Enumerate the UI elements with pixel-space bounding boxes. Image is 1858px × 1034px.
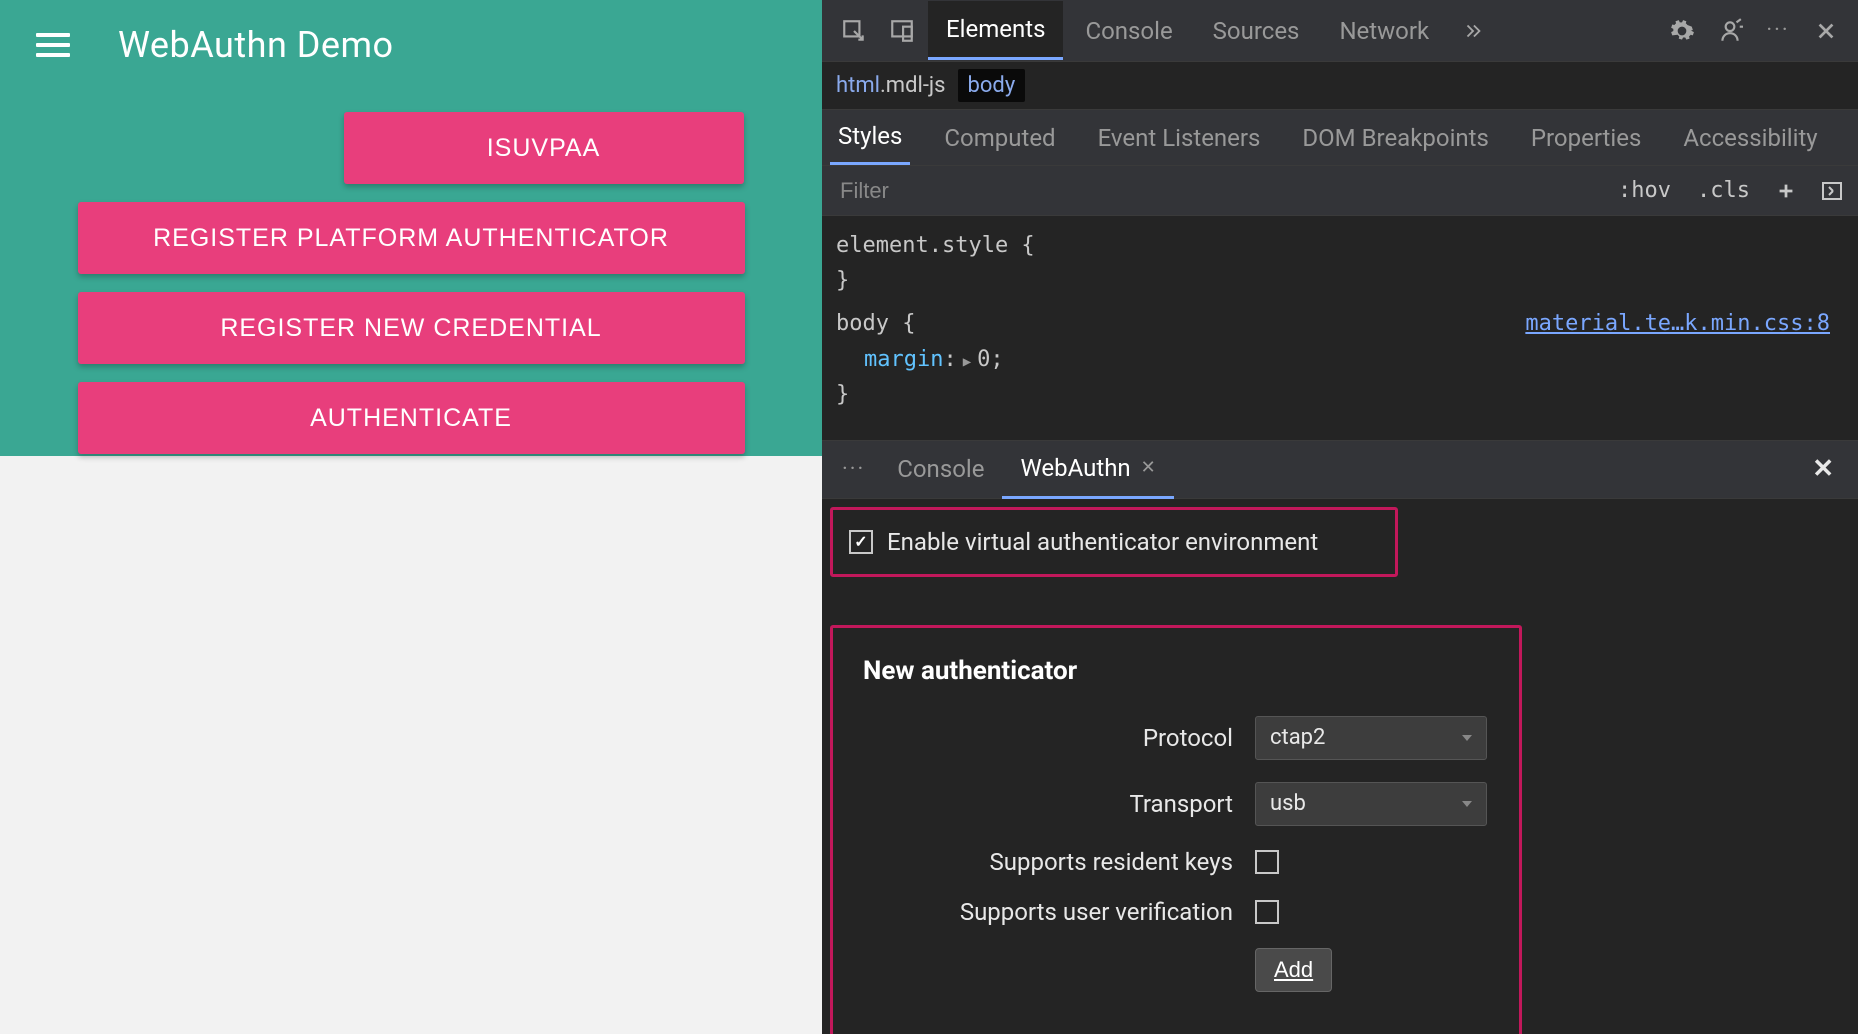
devtools-drawer: ··· Console WebAuthn ✕ ✕ Enable virtual … <box>822 440 1858 1034</box>
breadcrumb-html-tag: html <box>836 73 880 98</box>
app-pane: WebAuthn Demo ISUVPAA REGISTER PLATFORM … <box>0 0 822 1034</box>
tab-sources[interactable]: Sources <box>1195 3 1318 59</box>
isuvpaa-button[interactable]: ISUVPAA <box>344 112 744 184</box>
protocol-select-value: ctap2 <box>1270 725 1325 750</box>
toggle-sidebar-icon[interactable] <box>1816 175 1848 207</box>
close-webauthn-tab-icon[interactable]: ✕ <box>1141 457 1156 478</box>
devtools-pane: Elements Console Sources Network ··· htm… <box>822 0 1858 1034</box>
protocol-select[interactable]: ctap2 <box>1255 716 1487 760</box>
authenticate-button[interactable]: AUTHENTICATE <box>78 382 745 454</box>
inspect-element-icon[interactable] <box>838 15 870 47</box>
close-drawer-icon[interactable]: ✕ <box>1794 454 1852 484</box>
enable-virtual-authenticator-row: Enable virtual authenticator environment <box>830 507 1398 577</box>
tab-elements[interactable]: Elements <box>928 1 1063 60</box>
drawer-tab-webauthn[interactable]: WebAuthn ✕ <box>1002 440 1173 499</box>
drawer-tabs: ··· Console WebAuthn ✕ ✕ <box>822 441 1858 499</box>
register-new-credential-button[interactable]: REGISTER NEW CREDENTIAL <box>78 292 745 364</box>
register-platform-authenticator-button[interactable]: REGISTER PLATFORM AUTHENTICATOR <box>78 202 745 274</box>
settings-gear-icon[interactable] <box>1666 15 1698 47</box>
resident-keys-checkbox[interactable] <box>1255 850 1279 874</box>
app-title: WebAuthn Demo <box>118 24 394 66</box>
user-verification-row: Supports user verification <box>863 898 1489 926</box>
enable-virtual-authenticator-checkbox[interactable] <box>849 530 873 554</box>
new-style-rule-icon[interactable] <box>1770 175 1802 207</box>
drawer-tab-webauthn-label: WebAuthn <box>1020 454 1130 482</box>
app-header: WebAuthn Demo ISUVPAA REGISTER PLATFORM … <box>0 0 822 456</box>
add-authenticator-button[interactable]: Add <box>1255 948 1332 992</box>
close-brace: } <box>836 382 849 407</box>
drawer-body: Enable virtual authenticator environment… <box>822 499 1858 1034</box>
cls-toggle[interactable]: .cls <box>1691 174 1756 207</box>
transport-select-value: usb <box>1270 791 1306 816</box>
close-brace: } <box>836 268 849 293</box>
resident-keys-label: Supports resident keys <box>863 848 1233 876</box>
hamburger-menu-icon[interactable] <box>36 33 70 57</box>
transport-label: Transport <box>863 790 1233 818</box>
tab-console[interactable]: Console <box>1067 3 1190 59</box>
styles-subtabs: Styles Computed Event Listeners DOM Brea… <box>822 110 1858 166</box>
breadcrumb-html-class: .mdl-js <box>880 73 946 98</box>
style-source-link[interactable]: material.te…k.min.css:8 <box>1525 306 1830 341</box>
subtab-computed[interactable]: Computed <box>936 112 1063 164</box>
enable-virtual-authenticator-label: Enable virtual authenticator environment <box>887 528 1318 556</box>
hov-toggle[interactable]: :hov <box>1612 174 1677 207</box>
styles-body: element.style { } material.te…k.min.css:… <box>822 216 1858 440</box>
subtab-styles[interactable]: Styles <box>830 110 910 165</box>
expand-triangle-icon[interactable]: ▶ <box>963 351 971 373</box>
more-tabs-chevron-icon[interactable] <box>1457 15 1489 47</box>
styles-filter-bar: :hov .cls <box>822 166 1858 216</box>
body-selector: body { <box>836 311 915 336</box>
user-verification-label: Supports user verification <box>863 898 1233 926</box>
feedback-icon[interactable] <box>1714 15 1746 47</box>
subtab-accessibility[interactable]: Accessibility <box>1675 112 1825 164</box>
subtab-properties[interactable]: Properties <box>1523 112 1649 164</box>
margin-value: 0 <box>977 347 990 372</box>
subtab-dom-breakpoints[interactable]: DOM Breakpoints <box>1294 112 1496 164</box>
new-authenticator-panel: New authenticator Protocol ctap2 Transpo… <box>830 625 1522 1034</box>
resident-keys-row: Supports resident keys <box>863 848 1489 876</box>
app-title-bar: WebAuthn Demo <box>0 0 822 80</box>
transport-select[interactable]: usb <box>1255 782 1487 826</box>
styles-filter-input[interactable] <box>832 170 1598 212</box>
new-authenticator-title: New authenticator <box>863 656 1489 686</box>
device-toolbar-icon[interactable] <box>886 15 918 47</box>
tab-network[interactable]: Network <box>1321 3 1447 59</box>
body-style-block[interactable]: material.te…k.min.css:8 body { margin:▶0… <box>822 302 1858 416</box>
drawer-tab-console[interactable]: Console <box>879 441 1002 497</box>
close-devtools-icon[interactable] <box>1810 15 1842 47</box>
add-button-row: Add <box>863 948 1489 992</box>
breadcrumb-body[interactable]: body <box>958 69 1026 102</box>
protocol-row: Protocol ctap2 <box>863 716 1489 760</box>
margin-property: margin <box>864 347 943 372</box>
element-style-block[interactable]: element.style { } <box>822 224 1858 302</box>
dom-breadcrumb: html.mdl-js body <box>822 62 1858 110</box>
protocol-label: Protocol <box>863 724 1233 752</box>
breadcrumb-html[interactable]: html.mdl-js <box>836 73 946 98</box>
transport-row: Transport usb <box>863 782 1489 826</box>
devtools-top-bar: Elements Console Sources Network ··· <box>822 0 1858 62</box>
user-verification-checkbox[interactable] <box>1255 900 1279 924</box>
app-buttons: ISUVPAA REGISTER PLATFORM AUTHENTICATOR … <box>0 112 822 454</box>
drawer-more-icon[interactable]: ··· <box>828 457 879 482</box>
element-style-selector: element.style { <box>836 233 1035 258</box>
subtab-event-listeners[interactable]: Event Listeners <box>1090 112 1269 164</box>
more-options-icon[interactable]: ··· <box>1762 15 1794 47</box>
